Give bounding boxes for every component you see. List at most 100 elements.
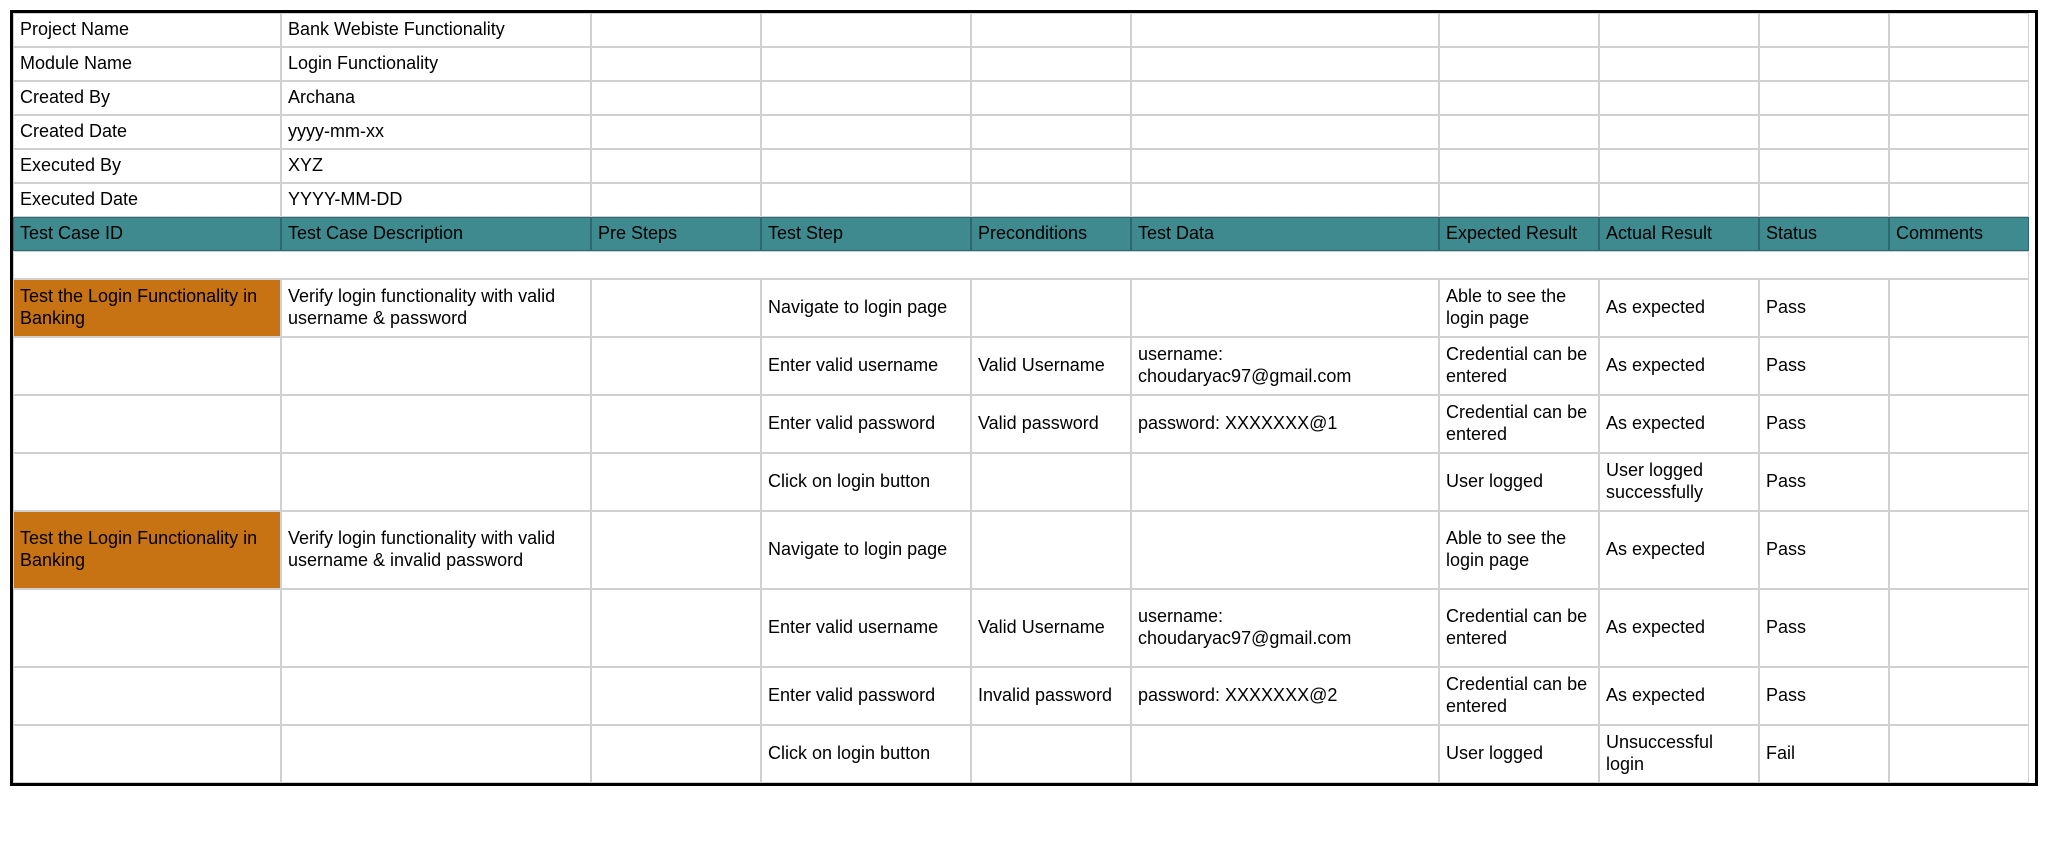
- actual-result-cell[interactable]: As expected: [1599, 511, 1759, 589]
- meta-label-1[interactable]: Module Name: [13, 47, 281, 81]
- meta-empty[interactable]: [761, 13, 971, 47]
- test-case-description-cell[interactable]: Verify login functionality with valid us…: [281, 511, 591, 589]
- comments-cell[interactable]: [1889, 453, 2029, 511]
- test-case-id-cell[interactable]: [13, 667, 281, 725]
- meta-value-2[interactable]: Archana: [281, 81, 591, 115]
- preconditions-cell[interactable]: [971, 453, 1131, 511]
- meta-value-4[interactable]: XYZ: [281, 149, 591, 183]
- meta-empty[interactable]: [761, 115, 971, 149]
- test-data-cell[interactable]: [1131, 725, 1439, 783]
- col-header-8[interactable]: Status: [1759, 217, 1889, 251]
- pre-steps-cell[interactable]: [591, 725, 761, 783]
- meta-empty[interactable]: [1131, 47, 1439, 81]
- meta-empty[interactable]: [1759, 13, 1889, 47]
- status-cell[interactable]: Pass: [1759, 337, 1889, 395]
- test-case-id-cell[interactable]: Test the Login Functionality in Banking: [13, 511, 281, 589]
- test-step-cell[interactable]: Click on login button: [761, 453, 971, 511]
- meta-empty[interactable]: [1439, 81, 1599, 115]
- meta-empty[interactable]: [1759, 81, 1889, 115]
- status-cell[interactable]: Pass: [1759, 395, 1889, 453]
- meta-empty[interactable]: [971, 81, 1131, 115]
- pre-steps-cell[interactable]: [591, 589, 761, 667]
- test-data-cell[interactable]: [1131, 511, 1439, 589]
- meta-empty[interactable]: [1131, 183, 1439, 217]
- actual-result-cell[interactable]: As expected: [1599, 589, 1759, 667]
- test-case-description-cell[interactable]: [281, 395, 591, 453]
- preconditions-cell[interactable]: Valid Username: [971, 337, 1131, 395]
- pre-steps-cell[interactable]: [591, 667, 761, 725]
- col-header-5[interactable]: Test Data: [1131, 217, 1439, 251]
- meta-empty[interactable]: [761, 149, 971, 183]
- col-header-9[interactable]: Comments: [1889, 217, 2029, 251]
- col-header-1[interactable]: Test Case Description: [281, 217, 591, 251]
- meta-empty[interactable]: [1439, 115, 1599, 149]
- meta-empty[interactable]: [1131, 81, 1439, 115]
- test-data-cell[interactable]: [1131, 279, 1439, 337]
- meta-empty[interactable]: [761, 183, 971, 217]
- test-case-description-cell[interactable]: [281, 337, 591, 395]
- meta-empty[interactable]: [591, 149, 761, 183]
- comments-cell[interactable]: [1889, 511, 2029, 589]
- meta-label-2[interactable]: Created By: [13, 81, 281, 115]
- meta-empty[interactable]: [1599, 13, 1759, 47]
- expected-result-cell[interactable]: Credential can be entered: [1439, 395, 1599, 453]
- meta-label-3[interactable]: Created Date: [13, 115, 281, 149]
- meta-value-5[interactable]: YYYY-MM-DD: [281, 183, 591, 217]
- meta-empty[interactable]: [761, 81, 971, 115]
- expected-result-cell[interactable]: User logged: [1439, 453, 1599, 511]
- meta-label-0[interactable]: Project Name: [13, 13, 281, 47]
- test-data-cell[interactable]: password: XXXXXXX@1: [1131, 395, 1439, 453]
- meta-empty[interactable]: [971, 47, 1131, 81]
- status-cell[interactable]: Pass: [1759, 511, 1889, 589]
- status-cell[interactable]: Pass: [1759, 667, 1889, 725]
- test-case-description-cell[interactable]: Verify login functionality with valid us…: [281, 279, 591, 337]
- meta-empty[interactable]: [1131, 115, 1439, 149]
- col-header-4[interactable]: Preconditions: [971, 217, 1131, 251]
- test-case-description-cell[interactable]: [281, 725, 591, 783]
- meta-empty[interactable]: [1889, 47, 2029, 81]
- meta-empty[interactable]: [1759, 115, 1889, 149]
- test-data-cell[interactable]: username: choudaryac97@gmail.com: [1131, 337, 1439, 395]
- meta-value-0[interactable]: Bank Webiste Functionality: [281, 13, 591, 47]
- test-case-description-cell[interactable]: [281, 589, 591, 667]
- test-data-cell[interactable]: [1131, 453, 1439, 511]
- actual-result-cell[interactable]: As expected: [1599, 667, 1759, 725]
- meta-empty[interactable]: [591, 115, 761, 149]
- meta-empty[interactable]: [1599, 47, 1759, 81]
- actual-result-cell[interactable]: As expected: [1599, 279, 1759, 337]
- status-cell[interactable]: Fail: [1759, 725, 1889, 783]
- comments-cell[interactable]: [1889, 667, 2029, 725]
- preconditions-cell[interactable]: [971, 511, 1131, 589]
- actual-result-cell[interactable]: Unsuccessful login: [1599, 725, 1759, 783]
- test-step-cell[interactable]: Navigate to login page: [761, 511, 971, 589]
- status-cell[interactable]: Pass: [1759, 279, 1889, 337]
- actual-result-cell[interactable]: As expected: [1599, 337, 1759, 395]
- meta-empty[interactable]: [1599, 183, 1759, 217]
- test-step-cell[interactable]: Enter valid username: [761, 337, 971, 395]
- test-case-id-cell[interactable]: [13, 395, 281, 453]
- meta-empty[interactable]: [1889, 149, 2029, 183]
- meta-empty[interactable]: [591, 13, 761, 47]
- meta-empty[interactable]: [971, 115, 1131, 149]
- meta-empty[interactable]: [1131, 13, 1439, 47]
- meta-empty[interactable]: [1131, 149, 1439, 183]
- test-case-id-cell[interactable]: [13, 589, 281, 667]
- preconditions-cell[interactable]: [971, 725, 1131, 783]
- expected-result-cell[interactable]: Credential can be entered: [1439, 589, 1599, 667]
- pre-steps-cell[interactable]: [591, 395, 761, 453]
- comments-cell[interactable]: [1889, 337, 2029, 395]
- test-case-id-cell[interactable]: [13, 453, 281, 511]
- test-step-cell[interactable]: Enter valid password: [761, 395, 971, 453]
- meta-empty[interactable]: [761, 47, 971, 81]
- col-header-0[interactable]: Test Case ID: [13, 217, 281, 251]
- preconditions-cell[interactable]: Valid Username: [971, 589, 1131, 667]
- meta-empty[interactable]: [1759, 183, 1889, 217]
- meta-empty[interactable]: [971, 149, 1131, 183]
- status-cell[interactable]: Pass: [1759, 453, 1889, 511]
- test-case-description-cell[interactable]: [281, 667, 591, 725]
- meta-empty[interactable]: [1439, 47, 1599, 81]
- test-data-cell[interactable]: password: XXXXXXX@2: [1131, 667, 1439, 725]
- meta-empty[interactable]: [1599, 81, 1759, 115]
- test-data-cell[interactable]: username: choudaryac97@gmail.com: [1131, 589, 1439, 667]
- meta-empty[interactable]: [591, 47, 761, 81]
